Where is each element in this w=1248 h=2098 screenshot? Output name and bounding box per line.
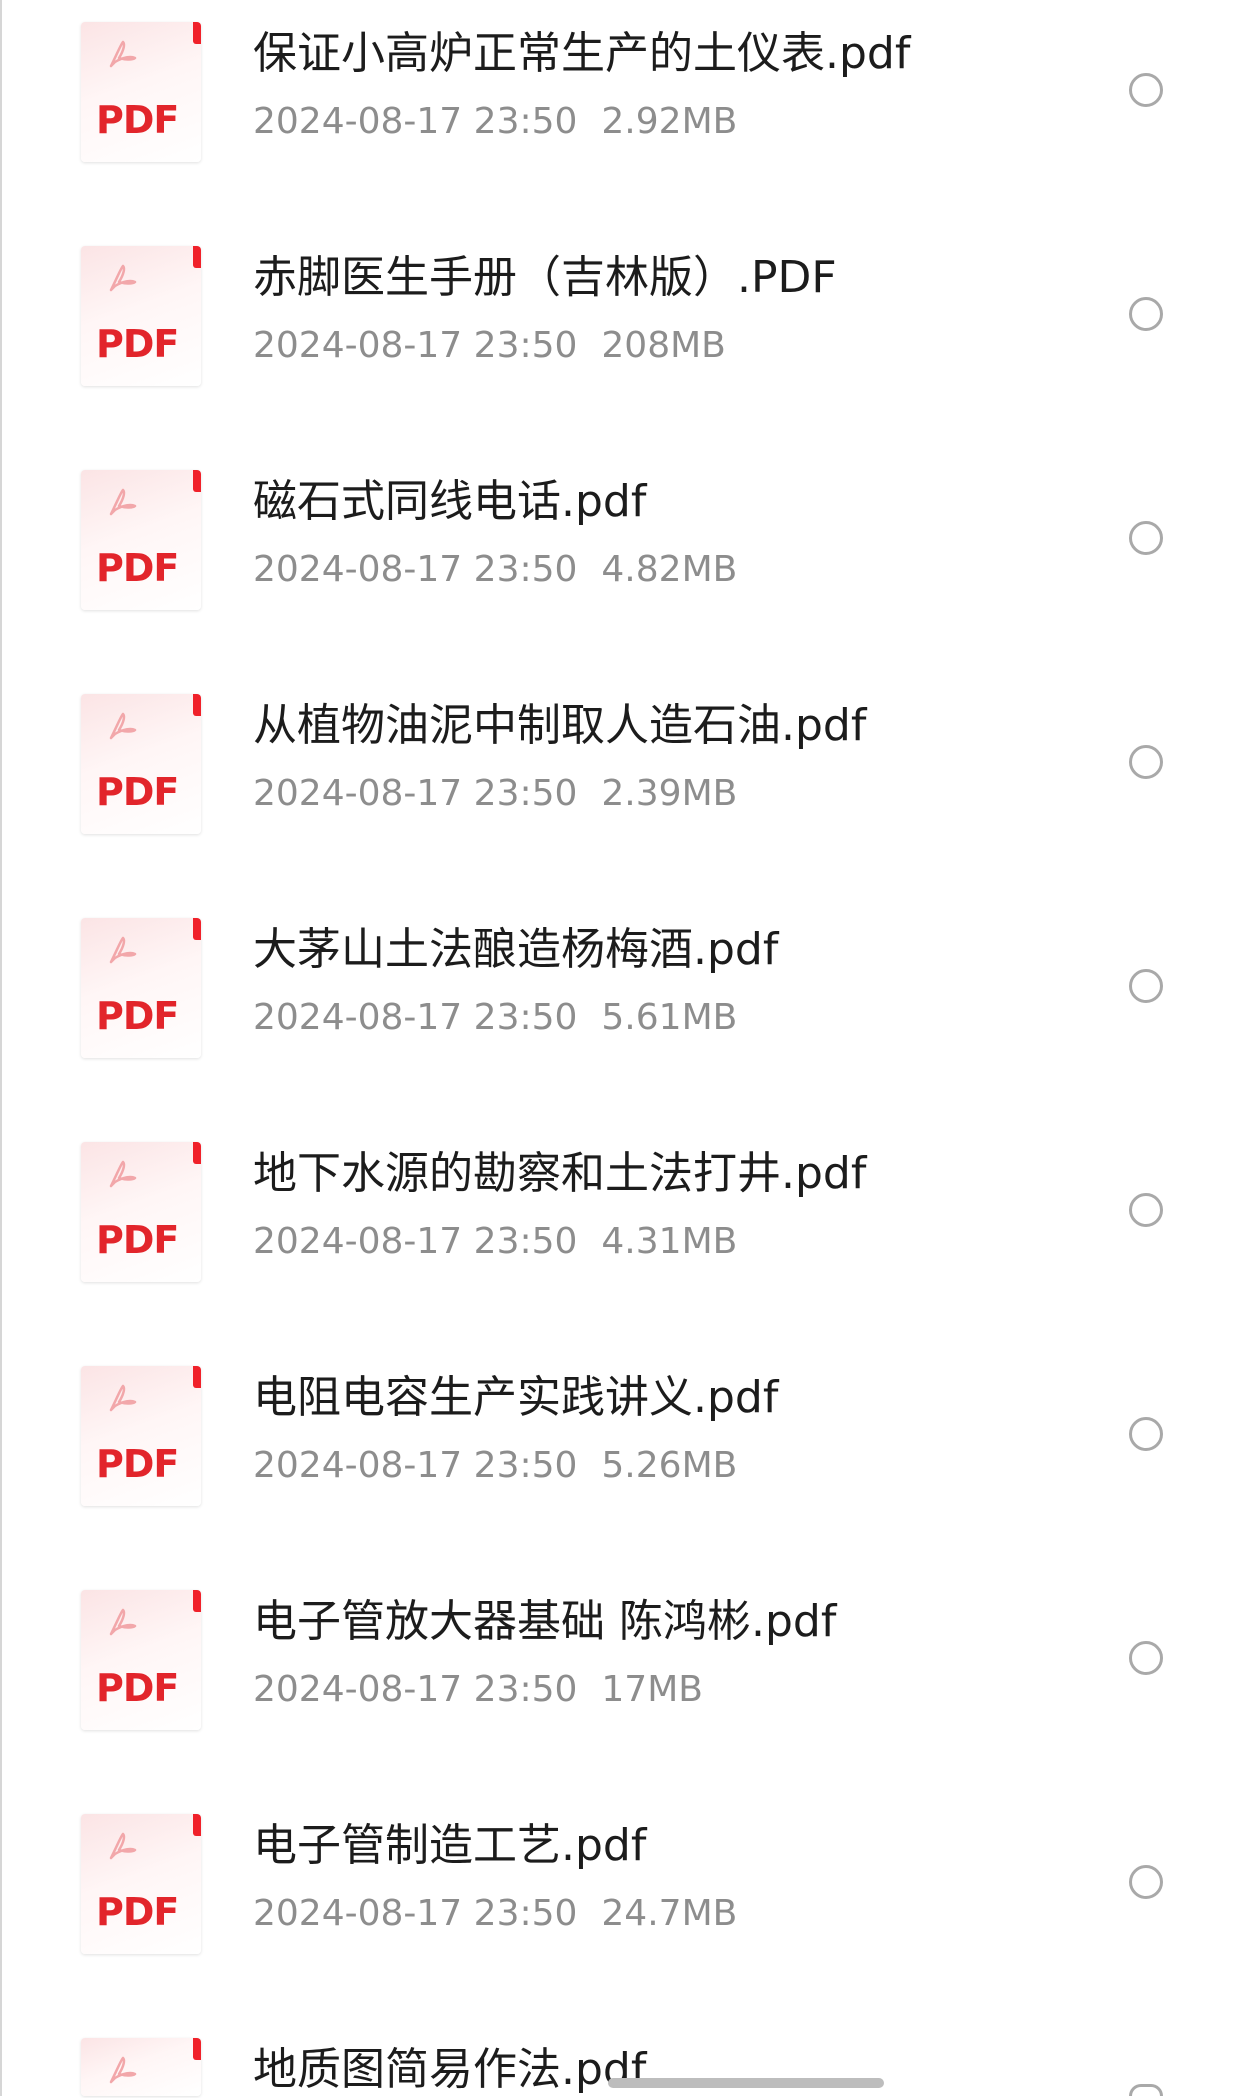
- select-radio-icon[interactable]: [1129, 1417, 1163, 1451]
- select-radio-icon[interactable]: [1129, 1641, 1163, 1675]
- select-radio-icon[interactable]: [1129, 2084, 1163, 2096]
- file-date: 2024-08-17 23:50: [253, 773, 578, 814]
- pdf-file-icon: PDF: [81, 1814, 201, 1954]
- file-name: 地质图简易作法.pdf: [253, 2044, 647, 2095]
- pdf-file-icon: PDF: [81, 246, 201, 386]
- file-name: 电子管制造工艺.pdf: [253, 1820, 647, 1871]
- pdf-icon-label: PDF: [96, 1442, 179, 1486]
- pdf-corner-mark: [193, 694, 201, 716]
- file-row[interactable]: PDF 赤脚医生手册（吉林版）.PDF 2024-08-17 23:50 208M…: [0, 224, 1248, 448]
- pdf-file-icon: PDF: [81, 22, 201, 162]
- file-size: 5.61MB: [601, 997, 738, 1038]
- acrobat-logo-icon: [109, 712, 137, 740]
- pdf-corner-mark: [193, 1142, 201, 1164]
- file-meta: 2024-08-17 23:50 24.7MB: [253, 1890, 737, 1938]
- pdf-icon-label: PDF: [96, 98, 179, 142]
- pdf-corner-mark: [193, 918, 201, 940]
- file-meta: 2024-08-17 23:50 4.31MB: [253, 1218, 737, 1266]
- file-row[interactable]: PDF 大茅山土法酿造杨梅酒.pdf 2024-08-17 23:50 5.61M…: [0, 896, 1248, 1120]
- file-size: 17MB: [601, 1669, 703, 1710]
- file-date: 2024-08-17 23:50: [253, 1893, 578, 1934]
- acrobat-logo-icon: [109, 1384, 137, 1412]
- pdf-file-icon: [81, 2038, 201, 2096]
- pdf-file-icon: PDF: [81, 1142, 201, 1282]
- pdf-file-icon: PDF: [81, 1590, 201, 1730]
- select-radio-icon[interactable]: [1129, 969, 1163, 1003]
- select-radio-icon[interactable]: [1129, 1865, 1163, 1899]
- acrobat-logo-icon: [109, 1832, 137, 1860]
- pdf-corner-mark: [193, 22, 201, 44]
- file-name: 电阻电容生产实践讲义.pdf: [253, 1372, 779, 1423]
- file-size: 4.82MB: [601, 549, 738, 590]
- select-radio-icon[interactable]: [1129, 745, 1163, 779]
- file-date: 2024-08-17 23:50: [253, 101, 578, 142]
- file-size: 2.92MB: [601, 101, 738, 142]
- file-meta: 2024-08-17 23:50 5.61MB: [253, 994, 737, 1042]
- file-meta: 2024-08-17 23:50 17MB: [253, 1666, 703, 1714]
- file-name: 赤脚医生手册（吉林版）.PDF: [253, 252, 837, 303]
- file-row[interactable]: PDF 从植物油泥中制取人造石油.pdf 2024-08-17 23:50 2.3…: [0, 672, 1248, 896]
- file-size: 2.39MB: [601, 773, 738, 814]
- pdf-corner-mark: [193, 2038, 201, 2060]
- file-meta: 2024-08-17 23:50 208MB: [253, 322, 726, 370]
- file-row[interactable]: PDF 电阻电容生产实践讲义.pdf 2024-08-17 23:50 5.26M…: [0, 1344, 1248, 1568]
- file-date: 2024-08-17 23:50: [253, 997, 578, 1038]
- file-date: 2024-08-17 23:50: [253, 1445, 578, 1486]
- pdf-icon-label: PDF: [96, 546, 179, 590]
- acrobat-logo-icon: [109, 1608, 137, 1636]
- file-name: 从植物油泥中制取人造石油.pdf: [253, 700, 867, 751]
- file-date: 2024-08-17 23:50: [253, 1221, 578, 1262]
- acrobat-logo-icon: [109, 488, 137, 516]
- file-size: 5.26MB: [601, 1445, 738, 1486]
- file-row[interactable]: PDF 电子管制造工艺.pdf 2024-08-17 23:50 24.7MB: [0, 1792, 1248, 2016]
- pdf-icon-label: PDF: [96, 1890, 179, 1934]
- home-indicator-bar[interactable]: [608, 2078, 884, 2088]
- file-row[interactable]: PDF 保证小高炉正常生产的土仪表.pdf 2024-08-17 23:50 2.…: [0, 0, 1248, 224]
- file-meta: 2024-08-17 23:50 4.82MB: [253, 546, 737, 594]
- pdf-corner-mark: [193, 1590, 201, 1612]
- file-meta: 2024-08-17 23:50 2.92MB: [253, 98, 737, 146]
- file-name: 电子管放大器基础 陈鸿彬.pdf: [253, 1596, 837, 1647]
- file-size: 208MB: [601, 325, 726, 366]
- file-list: PDF 保证小高炉正常生产的土仪表.pdf 2024-08-17 23:50 2.…: [0, 0, 1248, 2096]
- file-name: 磁石式同线电话.pdf: [253, 476, 647, 527]
- select-radio-icon[interactable]: [1129, 1193, 1163, 1227]
- acrobat-logo-icon: [109, 2056, 137, 2084]
- select-radio-icon[interactable]: [1129, 297, 1163, 331]
- file-date: 2024-08-17 23:50: [253, 325, 578, 366]
- file-date: 2024-08-17 23:50: [253, 1669, 578, 1710]
- acrobat-logo-icon: [109, 936, 137, 964]
- file-row[interactable]: PDF 磁石式同线电话.pdf 2024-08-17 23:50 4.82MB: [0, 448, 1248, 672]
- file-size: 24.7MB: [601, 1893, 738, 1934]
- file-meta: 2024-08-17 23:50 2.39MB: [253, 770, 737, 818]
- pdf-icon-label: PDF: [96, 322, 179, 366]
- pdf-corner-mark: [193, 470, 201, 492]
- pdf-file-icon: PDF: [81, 694, 201, 834]
- pdf-icon-label: PDF: [96, 1218, 179, 1262]
- pdf-corner-mark: [193, 1814, 201, 1836]
- acrobat-logo-icon: [109, 264, 137, 292]
- file-name: 地下水源的勘察和土法打井.pdf: [253, 1148, 867, 1199]
- file-row[interactable]: PDF 地下水源的勘察和土法打井.pdf 2024-08-17 23:50 4.3…: [0, 1120, 1248, 1344]
- select-radio-icon[interactable]: [1129, 521, 1163, 555]
- acrobat-logo-icon: [109, 40, 137, 68]
- pdf-file-icon: PDF: [81, 1366, 201, 1506]
- pdf-icon-label: PDF: [96, 770, 179, 814]
- file-date: 2024-08-17 23:50: [253, 549, 578, 590]
- pdf-icon-label: PDF: [96, 1666, 179, 1710]
- file-size: 4.31MB: [601, 1221, 738, 1262]
- pdf-file-icon: PDF: [81, 470, 201, 610]
- file-row[interactable]: PDF 电子管放大器基础 陈鸿彬.pdf 2024-08-17 23:50 17M…: [0, 1568, 1248, 1792]
- file-name: 保证小高炉正常生产的土仪表.pdf: [253, 28, 911, 79]
- pdf-file-icon: PDF: [81, 918, 201, 1058]
- file-meta: 2024-08-17 23:50 5.26MB: [253, 1442, 737, 1490]
- file-name: 大茅山土法酿造杨梅酒.pdf: [253, 924, 779, 975]
- pdf-icon-label: PDF: [96, 994, 179, 1038]
- pdf-corner-mark: [193, 1366, 201, 1388]
- select-radio-icon[interactable]: [1129, 73, 1163, 107]
- acrobat-logo-icon: [109, 1160, 137, 1188]
- pdf-corner-mark: [193, 246, 201, 268]
